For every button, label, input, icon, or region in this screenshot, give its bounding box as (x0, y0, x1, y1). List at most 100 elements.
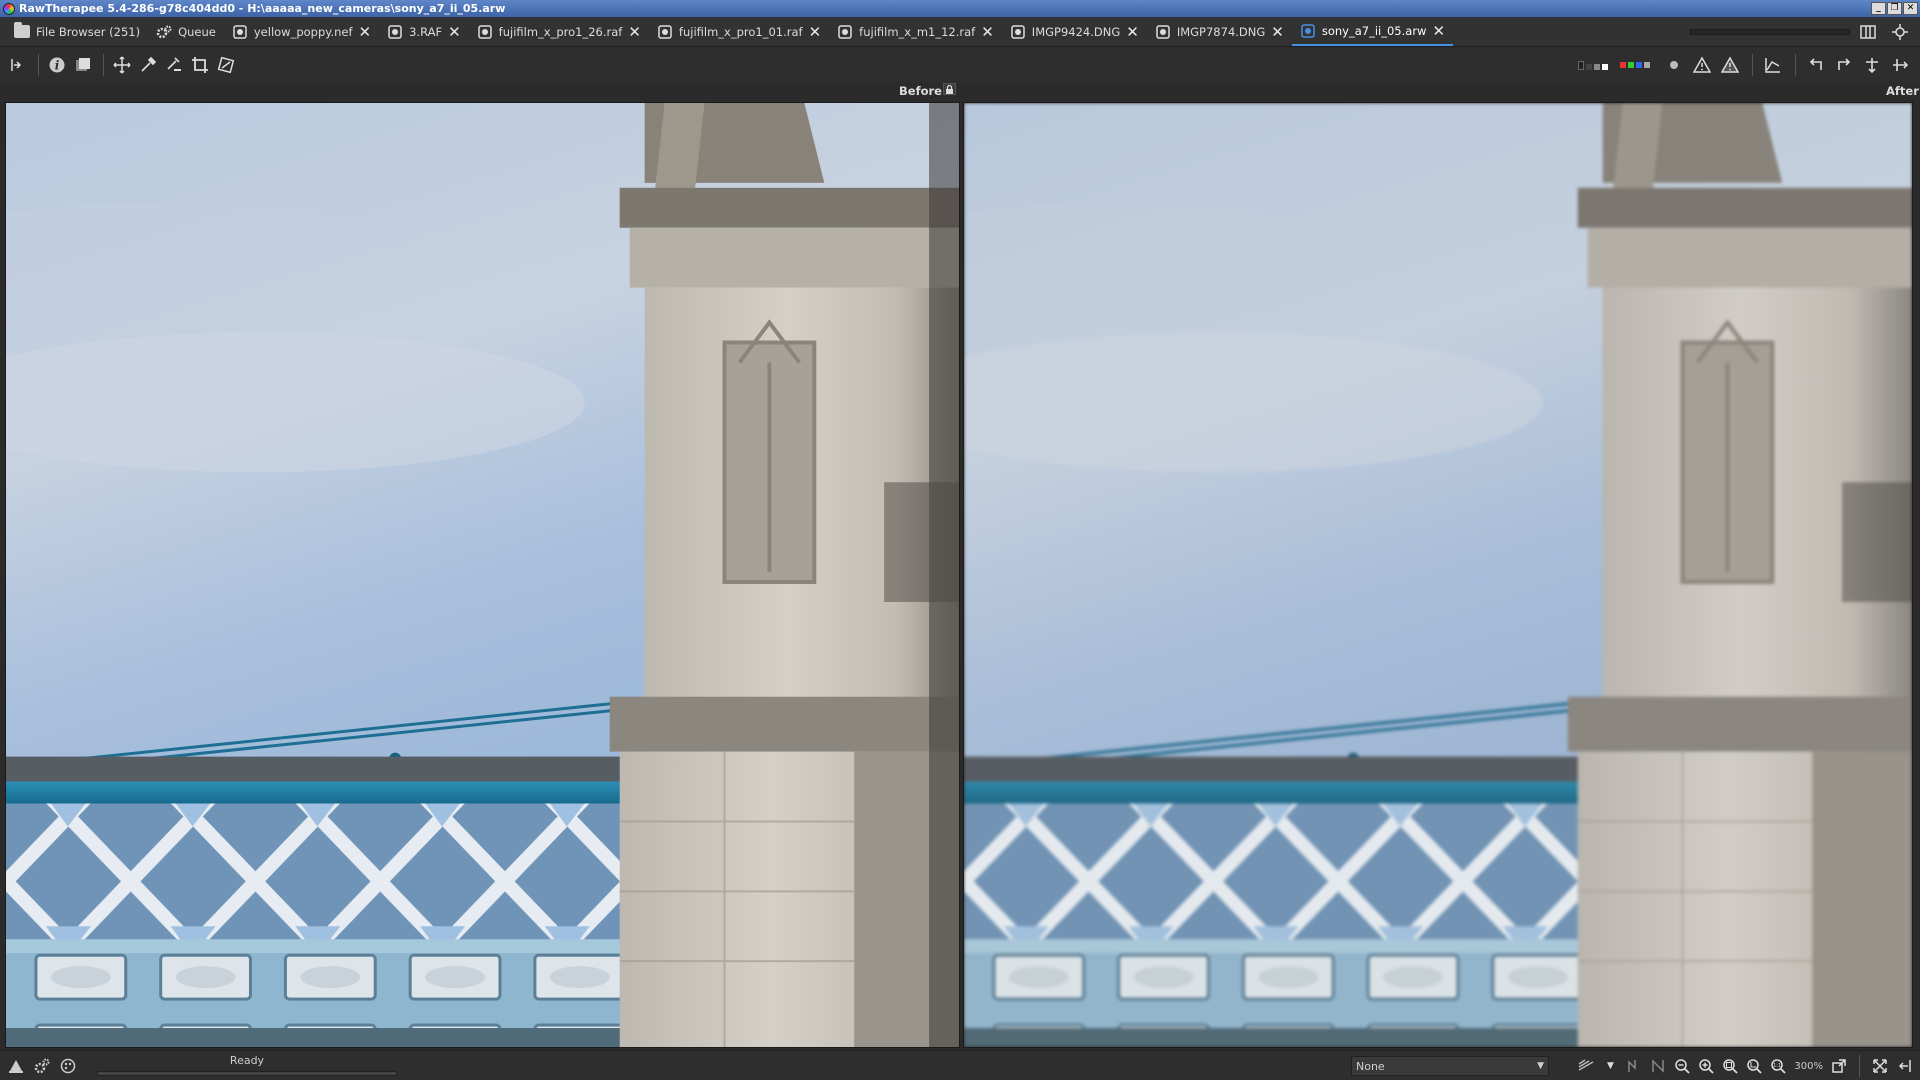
image-icon (1010, 24, 1026, 39)
after-label: After (1886, 84, 1919, 98)
hand-tool-icon[interactable] (110, 53, 134, 77)
toolbar-right (1578, 53, 1914, 77)
gears-icon[interactable] (32, 1056, 52, 1076)
title-bar: RawTherapee 5.4-286-g78c404dd0 - H:\aaaa… (0, 0, 1920, 17)
tab-label: IMGP9424.DNG (1031, 24, 1121, 39)
channel-luminance[interactable] (1644, 62, 1650, 68)
straighten-tool-icon[interactable] (214, 53, 238, 77)
tab-file-browser[interactable]: File Browser (251) (6, 18, 148, 46)
chevron-down-icon: ▼ (1537, 1061, 1544, 1071)
tab-3-raf[interactable]: 3.RAF ✕ (379, 18, 469, 46)
send-to-queue-icon[interactable] (6, 1056, 26, 1076)
folder-icon (14, 22, 30, 39)
fullscreen-icon[interactable] (1870, 1056, 1890, 1076)
toggle-right-panel-icon[interactable] (1894, 1056, 1914, 1076)
tab-label: yellow_poppy.nef (253, 24, 353, 39)
close-tab-icon[interactable]: ✕ (448, 23, 461, 41)
new-detail-window-icon[interactable] (1829, 1056, 1849, 1076)
toggle-left-panel-icon[interactable] (6, 53, 30, 77)
external-editor-icon[interactable] (58, 1056, 78, 1076)
restore-button[interactable]: ❐ (1887, 2, 1902, 15)
navigator-icon[interactable] (1648, 1056, 1668, 1076)
channel-green[interactable] (1628, 62, 1634, 68)
image-icon (837, 24, 853, 39)
swatch-white[interactable] (1602, 63, 1608, 70)
rotate-left-icon[interactable] (1804, 53, 1828, 77)
info-icon[interactable]: i (45, 53, 69, 77)
svg-text:1:1: 1:1 (1773, 1063, 1781, 1069)
shadow-clipping-warning-icon[interactable] (1690, 53, 1714, 77)
close-tab-icon[interactable]: ✕ (809, 23, 822, 41)
minimize-button[interactable]: _ (1871, 2, 1886, 15)
output-profile-select[interactable]: None ▼ (1351, 1056, 1549, 1076)
channel-swatches[interactable] (1620, 62, 1650, 68)
flip-horizontal-icon[interactable] (1888, 53, 1912, 77)
before-preview-pane[interactable] (5, 102, 960, 1048)
preview-mode-icon[interactable] (1624, 1056, 1644, 1076)
zoom-100-icon[interactable]: 1:1 (1768, 1056, 1788, 1076)
select-value: None (1356, 1059, 1385, 1073)
status-left-tools (6, 1056, 78, 1076)
tab-label: Queue (178, 24, 216, 39)
background-color-swatches[interactable] (1578, 60, 1608, 70)
zoom-fit-crop-icon[interactable] (1744, 1056, 1764, 1076)
rotate-right-icon[interactable] (1832, 53, 1856, 77)
close-tab-icon[interactable]: ✕ (1432, 22, 1445, 40)
tab-imgp7874[interactable]: IMGP7874.DNG ✕ (1147, 18, 1292, 46)
panel-layout-icon[interactable] (1856, 20, 1880, 44)
focus-mask-icon[interactable] (1662, 53, 1686, 77)
close-tab-icon[interactable]: ✕ (628, 23, 641, 41)
editor-toolbar: i (0, 48, 1920, 82)
tab-imgp9424[interactable]: IMGP9424.DNG ✕ (1002, 18, 1147, 46)
editor-tab-bar: File Browser (251) Queue yellow_poppy.ne… (0, 17, 1920, 47)
zoom-level: 300% (1794, 1060, 1823, 1072)
tab-sony-a7-ii-05[interactable]: sony_a7_ii_05.arw ✕ (1291, 18, 1454, 46)
fullscreen-toggle-icon[interactable] (1888, 20, 1912, 44)
tab-label: fujifilm_x_pro1_26.raf (498, 24, 623, 39)
zoom-in-icon[interactable] (1696, 1056, 1716, 1076)
channel-blue[interactable] (1636, 62, 1642, 68)
tab-queue[interactable]: Queue (148, 18, 224, 46)
highlight-clipping-warning-icon[interactable] (1718, 53, 1742, 77)
close-tab-icon[interactable]: ✕ (1271, 23, 1284, 41)
before-label: Before (899, 84, 942, 98)
separator (1752, 54, 1753, 76)
tab-label: fujifilm_x_pro1_01.raf (678, 24, 803, 39)
crop-tool-icon[interactable] (188, 53, 212, 77)
tab-fujifilm-x-pro1-26[interactable]: fujifilm_x_pro1_26.raf ✕ (469, 18, 649, 46)
status-bar: Ready None ▼ ▼ 1:1 300% (0, 1050, 1920, 1080)
tab-fujifilm-x-pro1-01[interactable]: fujifilm_x_pro1_01.raf ✕ (649, 18, 829, 46)
tab-fujifilm-x-m1-12[interactable]: fujifilm_x_m1_12.raf ✕ (829, 18, 1002, 46)
swatch-black[interactable] (1578, 60, 1584, 70)
channel-red[interactable] (1620, 62, 1626, 68)
close-tab-icon[interactable]: ✕ (1126, 23, 1139, 41)
color-picker-icon[interactable] (162, 53, 186, 77)
before-image (6, 103, 959, 1047)
tab-label: sony_a7_ii_05.arw (1321, 23, 1427, 38)
swatch-dark-gray[interactable] (1586, 63, 1592, 70)
image-icon (477, 24, 493, 39)
white-balance-picker-icon[interactable] (136, 53, 160, 77)
image-icon (657, 24, 673, 39)
svg-text:i: i (55, 59, 60, 73)
layers-icon[interactable] (1576, 1056, 1596, 1076)
after-preview-pane[interactable] (963, 102, 1913, 1048)
swatch-gray[interactable] (1594, 63, 1600, 70)
chevron-down-icon[interactable]: ▼ (1600, 1056, 1620, 1076)
lock-icon[interactable] (943, 83, 956, 95)
zoom-out-icon[interactable] (1672, 1056, 1692, 1076)
close-tab-icon[interactable]: ✕ (981, 23, 994, 41)
tab-label: File Browser (251) (36, 24, 141, 39)
tab-label: 3.RAF (409, 24, 443, 39)
close-tab-icon[interactable]: ✕ (359, 23, 372, 41)
before-after-icon[interactable] (71, 53, 95, 77)
separator (103, 54, 104, 76)
zoom-fit-icon[interactable] (1720, 1056, 1740, 1076)
rawtherapee-logo-icon (3, 2, 15, 15)
tab-yellow-poppy[interactable]: yellow_poppy.nef ✕ (224, 18, 379, 46)
flip-vertical-icon[interactable] (1860, 53, 1884, 77)
histogram-icon[interactable] (1761, 53, 1785, 77)
separator (1859, 1055, 1860, 1077)
close-window-button[interactable]: ✕ (1903, 2, 1918, 15)
separator (38, 54, 39, 76)
